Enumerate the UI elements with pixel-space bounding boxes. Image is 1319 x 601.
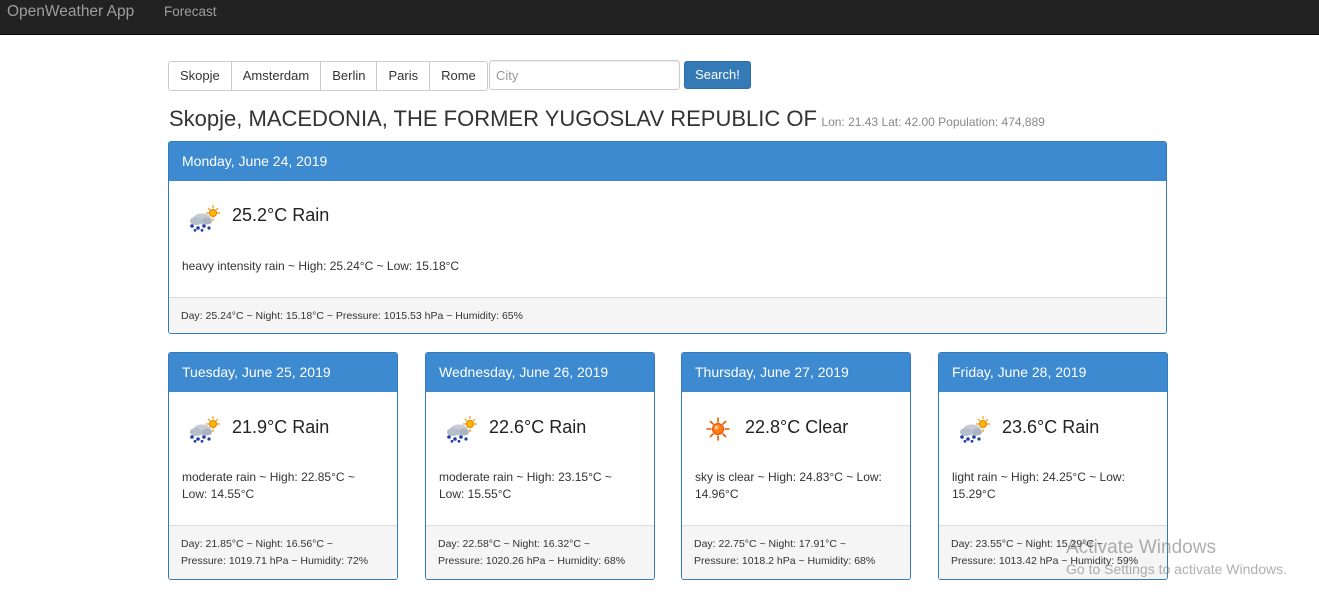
location-heading: Skopje, MACEDONIA, THE FORMER YUGOSLAV R… [169,106,1045,132]
forecast-temperature: 21.9°C Rain [232,417,330,437]
app-brand[interactable]: OpenWeather App [7,3,134,21]
forecast-details-line2: Pressure: 1020.26 hPa ~ Humidity: 68% [438,555,626,567]
forecast-details: Day: 21.85°C ~ Night: 16.56°C ~ Pressure… [169,525,397,579]
city-search-input[interactable] [489,60,680,90]
today-date: Monday, June 24, 2019 [169,142,1166,181]
forecast-details: Day: 22.58°C ~ Night: 16.32°C ~ Pressure… [426,525,654,579]
forecast-details-line1: Day: 22.58°C ~ Night: 16.32°C ~ [438,538,590,550]
forecast-date: Tuesday, June 25, 2019 [169,353,397,392]
forecast-temperature: 22.8°C Clear [745,417,849,437]
watermark-subtitle: Go to Settings to activate Windows. [1066,561,1287,577]
forecast-details-line2: Pressure: 1018.2 hPa ~ Humidity: 68% [694,555,876,567]
watermark-title: Activate Windows [1066,537,1216,558]
location-meta: Lon: 21.43 Lat: 42.00 Population: 474,88… [821,115,1045,129]
forecast-description: sky is clear ~ High: 24.83°C ~ Low: 14.9… [695,470,882,501]
forecast-temperature: 22.6°C Rain [489,417,587,437]
rain-icon [444,415,480,443]
city-button-group: Skopje Amsterdam Berlin Paris Rome [168,61,488,91]
forecast-temperature: 23.6°C Rain [1002,417,1100,437]
forecast-date: Thursday, June 27, 2019 [682,353,910,392]
nav-forecast-link[interactable]: Forecast [164,4,217,19]
today-details: Day: 25.24°C ~ Night: 15.18°C ~ Pressure… [169,297,1166,333]
forecast-description: moderate rain ~ High: 22.85°C ~ Low: 14.… [182,470,355,501]
top-navbar: OpenWeather App Forecast [0,0,1319,35]
forecast-date: Friday, June 28, 2019 [939,353,1167,392]
activate-windows-watermark: Activate Windows Go to Settings to activ… [1066,537,1287,577]
city-button-amsterdam[interactable]: Amsterdam [230,61,322,91]
today-description: heavy intensity rain ~ High: 25.24°C ~ L… [182,259,460,273]
location-title: Skopje, MACEDONIA, THE FORMER YUGOSLAV R… [169,106,817,131]
forecast-date: Wednesday, June 26, 2019 [426,353,654,392]
forecast-panel-thursday: Thursday, June 27, 2019 22.8°C Clear sky… [681,352,911,580]
forecast-panel-tuesday: Tuesday, June 25, 2019 21.9°C Rain moder… [168,352,398,580]
rain-icon [187,204,223,232]
city-button-paris[interactable]: Paris [376,61,431,91]
forecast-description: moderate rain ~ High: 23.15°C ~ Low: 15.… [439,470,612,501]
city-button-rome[interactable]: Rome [429,61,488,91]
forecast-details-line2: Pressure: 1019.71 hPa ~ Humidity: 72% [181,555,369,567]
forecast-description: light rain ~ High: 24.25°C ~ Low: 15.29°… [952,470,1125,501]
today-forecast-panel: Monday, June 24, 2019 25.2°C Rain heavy … [168,141,1167,334]
rain-icon [957,415,993,443]
forecast-details-line1: Day: 22.75°C ~ Night: 17.91°C ~ [694,538,846,550]
forecast-panel-wednesday: Wednesday, June 26, 2019 22.6°C Rain mod… [425,352,655,580]
city-button-skopje[interactable]: Skopje [168,61,232,91]
search-button[interactable]: Search! [684,61,751,89]
forecast-details: Day: 22.75°C ~ Night: 17.91°C ~ Pressure… [682,525,910,579]
rain-icon [187,415,223,443]
today-temperature: 25.2°C Rain [232,205,330,225]
forecast-details-line1: Day: 21.85°C ~ Night: 16.56°C ~ [181,538,333,550]
sun-icon [700,415,736,443]
city-button-berlin[interactable]: Berlin [320,61,378,91]
